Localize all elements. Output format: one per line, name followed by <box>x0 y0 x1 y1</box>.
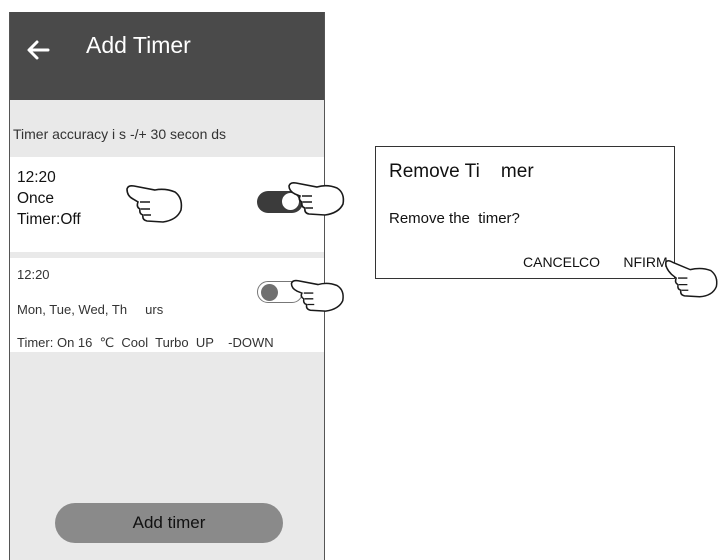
pointing-hand-icon <box>288 182 345 216</box>
timer-2-detail: Timer: On 16 ℃ Cool Turbo UP -DOWN <box>17 335 274 350</box>
timer-1-repeat: Once <box>17 190 55 207</box>
toggle-knob <box>261 284 278 301</box>
dialog-title: Remove Ti mer <box>389 161 534 182</box>
timer-item-2[interactable]: 12:20 Mon, Tue, Wed, Th urs Timer: On 16… <box>10 258 324 352</box>
app-bar: Add Timer <box>10 12 324 100</box>
timer-1-status: Timer:Off <box>17 211 81 228</box>
timer-1-time: 12:20 <box>17 169 56 186</box>
timer-2-time: 12:20 <box>17 267 50 282</box>
dialog-message: Remove the timer? <box>389 210 520 227</box>
pointing-hand-icon <box>665 260 718 298</box>
confirm-button[interactable]: CO NFIRM <box>579 254 668 270</box>
phone-screen: Add Timer Timer accuracy i s -/+ 30 seco… <box>9 12 325 560</box>
pointing-hand-icon <box>126 185 183 223</box>
pointing-hand-icon <box>290 279 344 312</box>
add-timer-button[interactable]: Add timer <box>55 503 283 543</box>
page-title: Add Timer <box>86 32 191 58</box>
timer-2-days: Mon, Tue, Wed, Th urs <box>17 302 164 317</box>
arrow-left-icon[interactable] <box>24 36 52 64</box>
remove-timer-dialog: Remove Ti mer Remove the timer? CANCEL C… <box>375 146 675 279</box>
timer-accuracy-notice: Timer accuracy i s -/+ 30 secon ds <box>13 126 227 142</box>
cancel-button[interactable]: CANCEL <box>523 254 580 270</box>
